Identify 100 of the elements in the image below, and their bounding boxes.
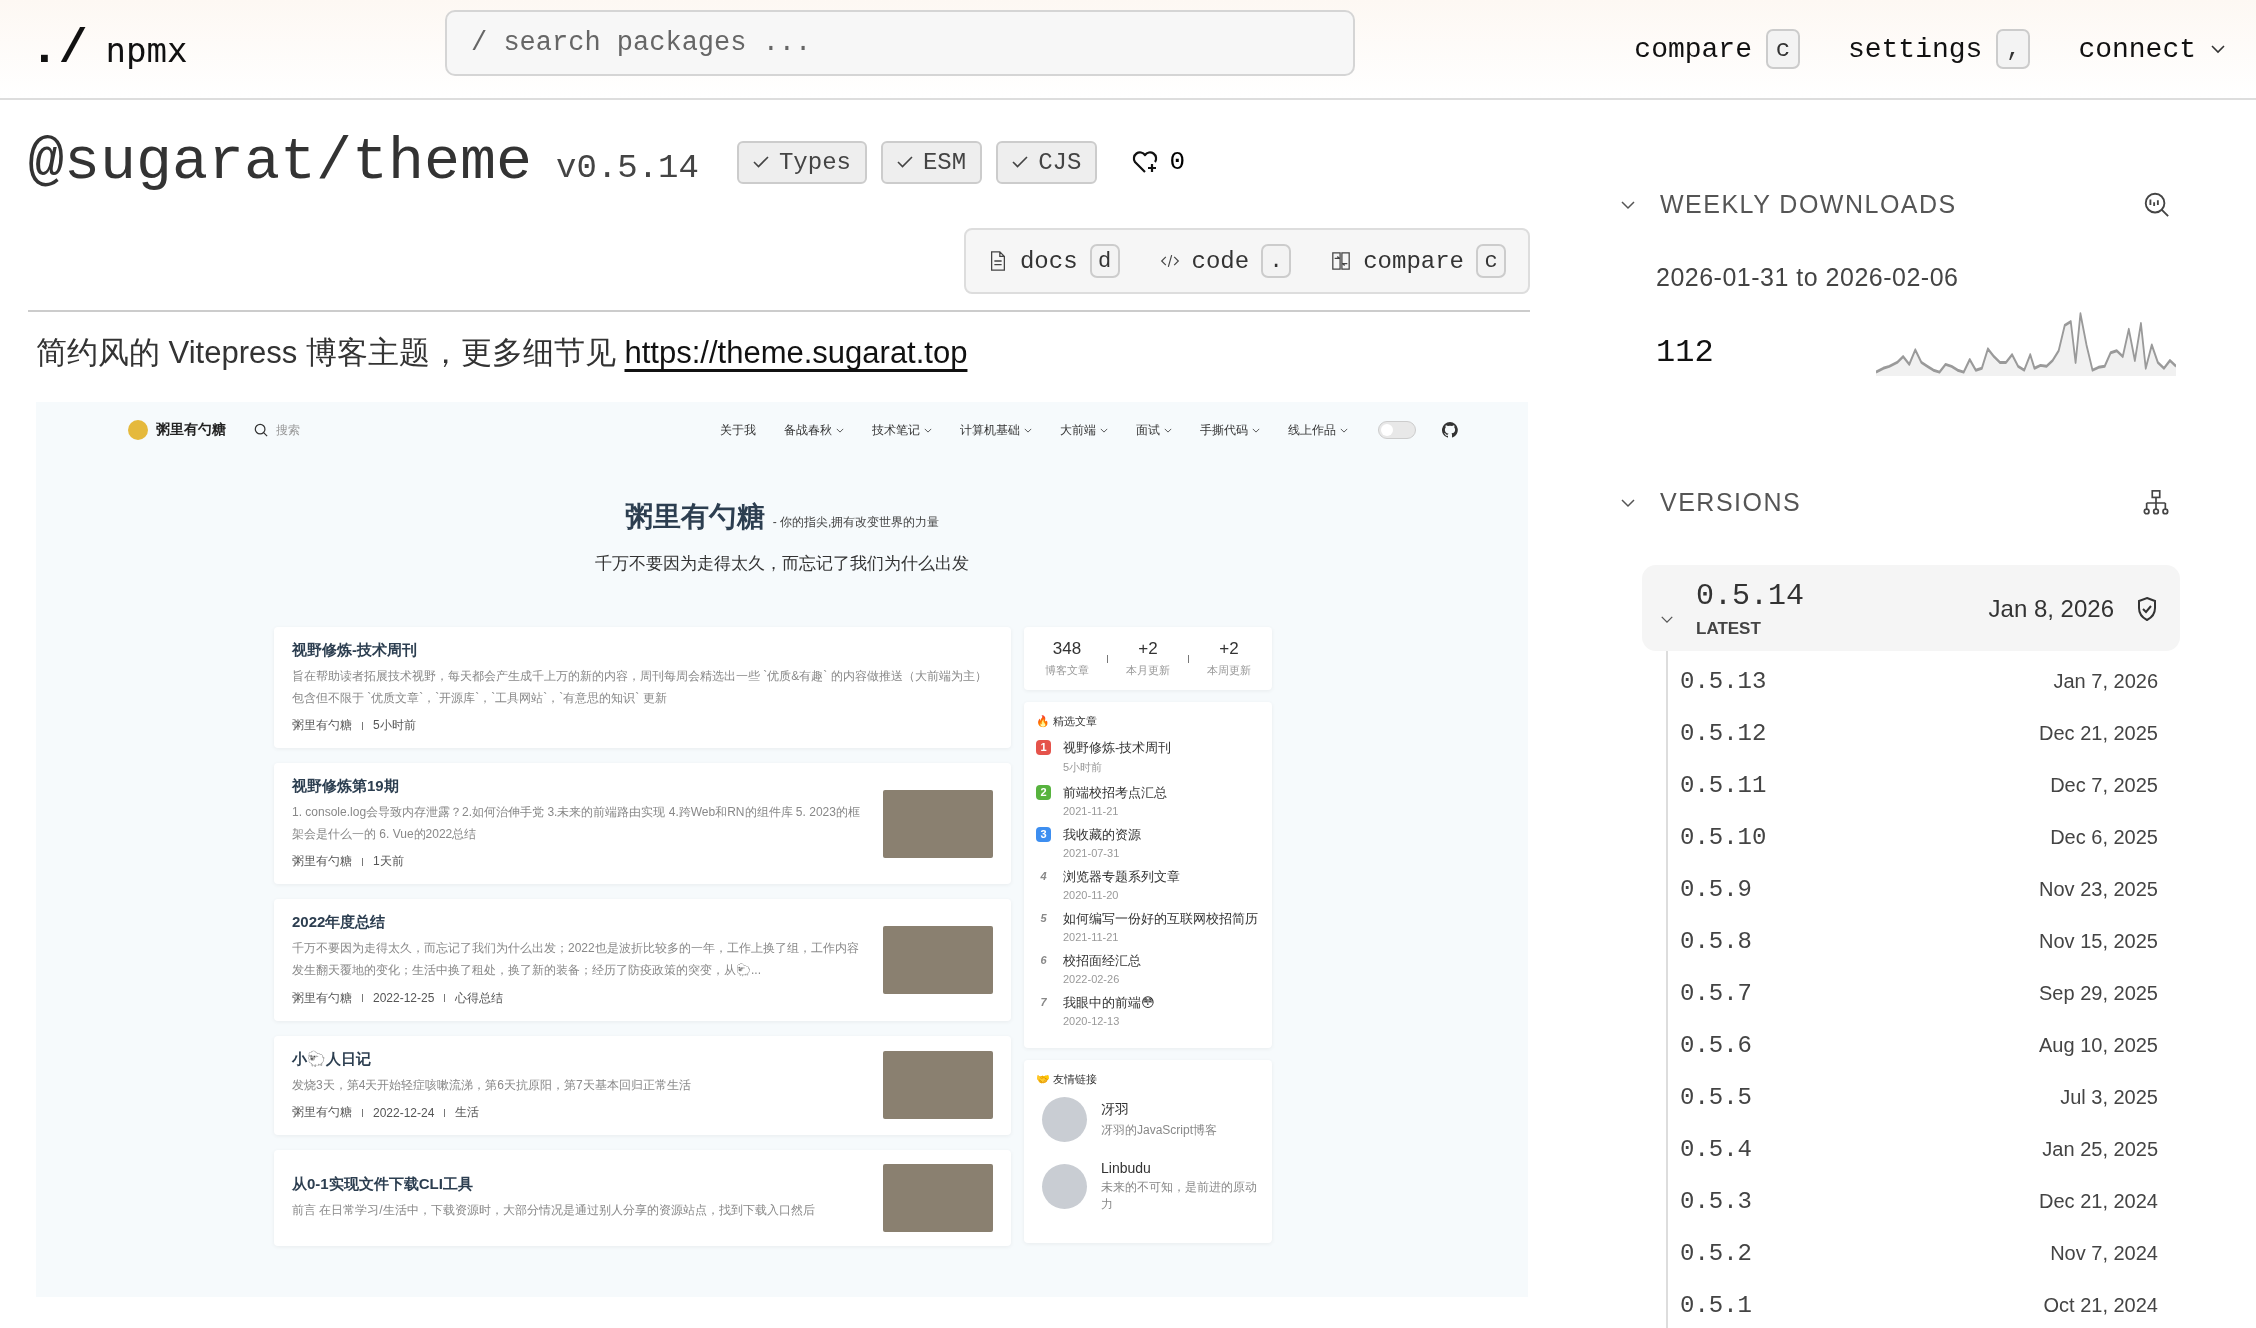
keyboard-shortcut: d xyxy=(1089,244,1120,278)
blog-nav-item[interactable]: 技术笔记 xyxy=(872,421,932,439)
module-badge: Types xyxy=(736,140,867,184)
version-row[interactable]: 0.5.7 Sep 29, 2025 xyxy=(1668,967,2180,1019)
version-row[interactable]: 0.5.9 Nov 23, 2025 xyxy=(1668,863,2180,915)
compare-icon xyxy=(1331,251,1352,271)
rank-number: 4 xyxy=(1039,869,1048,884)
chevron-icon[interactable] xyxy=(1620,199,1636,210)
caret-icon xyxy=(1100,427,1108,433)
hierarchy-icon[interactable] xyxy=(2142,488,2170,517)
post-card[interactable]: 2022年度总结 千万不要因为走得太久，而忘记了我们为什么出发；2022也是波折比较多的一年，工作上换了组，工作内容发生翻天覆地的变化；生活中换了租处，换了新的装备；经历了防疫政策的突变，从🐑... 粥里有勺糖 2022-12-25 心得总结 xyxy=(274,899,1011,1021)
like-button[interactable]: 0 xyxy=(1125,146,1191,178)
shield-check-icon xyxy=(2136,596,2158,622)
caret-icon xyxy=(836,427,844,433)
friend-name[interactable]: Linbudu xyxy=(1101,1160,1260,1176)
post-title: 2022年度总结 xyxy=(292,913,387,933)
blog-nav-item[interactable]: 手撕代码 xyxy=(1200,421,1260,439)
date-range: 2026-01-31 to 2026-02-06 xyxy=(1656,263,1960,292)
post-excerpt: 前言 在日常学习/生活中，下载资源时，大部分情况是通过别人分享的资源站点，找到下载入口然后 xyxy=(292,1201,816,1219)
version-row[interactable]: 0.5.2 Nov 7, 2024 xyxy=(1668,1227,2180,1279)
blog-nav-item[interactable]: 计算机基础 xyxy=(960,421,1032,439)
blog-nav-item[interactable]: 大前端 xyxy=(1060,421,1108,439)
version-row[interactable]: 0.5.5 Jul 3, 2025 xyxy=(1668,1071,2180,1123)
hero-subtitle: 千万不要因为走得太久，而忘记了我们为什么出发 xyxy=(594,553,970,575)
stat-value: +2 xyxy=(1219,639,1239,659)
stat-value: 348 xyxy=(1052,639,1082,659)
featured-title[interactable]: 校招面经汇总 xyxy=(1063,952,1141,970)
version-row[interactable]: 0.5.10 Dec 6, 2025 xyxy=(1668,811,2180,863)
nav-link[interactable]: compare c xyxy=(1634,25,1800,73)
version-row[interactable]: 0.5.8 Nov 15, 2025 xyxy=(1668,915,2180,967)
caret-icon xyxy=(924,427,932,433)
version-row[interactable]: 0.5.12 Dec 21, 2025 xyxy=(1668,707,2180,759)
section-title: WEEKLY DOWNLOADS xyxy=(1660,190,1957,219)
action-link[interactable]: code . xyxy=(1159,244,1292,278)
rank-number: 3 xyxy=(1036,827,1051,842)
version-row[interactable]: 0.5.4 Jan 25, 2025 xyxy=(1668,1123,2180,1175)
theme-toggle[interactable] xyxy=(1378,421,1416,439)
stat-label: 本周更新 xyxy=(1207,663,1251,678)
post-excerpt: 千万不要因为走得太久，而忘记了我们为什么出发；2022也是波折比较多的一年，工作上换了组，工作内容发生翻天覆地的变化；生活中换了租处，换了新的装备；经历了防疫政策的突变，从🐑... xyxy=(292,940,860,979)
featured-title[interactable]: 浏览器专题系列文章 xyxy=(1063,868,1180,886)
post-meta: 2022-12-24 xyxy=(373,1105,435,1120)
featured-date: 2021-07-31 xyxy=(1063,847,1121,859)
friend-description: 冴羽的JavaScript博客 xyxy=(1101,1121,1218,1139)
post-title: 从0-1实现文件下载CLI工具 xyxy=(292,1174,474,1194)
post-meta: 粥里有勺糖 xyxy=(292,853,352,871)
version-number: 0.5.14 xyxy=(1696,579,1805,613)
home-link[interactable]: ./ npmx xyxy=(30,22,445,76)
version-row[interactable]: 0.5.11 Dec 7, 2025 xyxy=(1668,759,2180,811)
stat-label: 本月更新 xyxy=(1126,663,1170,678)
avatar xyxy=(1042,1164,1087,1209)
post-meta: 5小时前 xyxy=(373,717,416,735)
keyboard-shortcut: . xyxy=(1261,244,1292,278)
post-card[interactable]: 视野修炼第19期 1. console.log会导致内存泄露？2.如何治伸手党 3.未来的前端路由实现 4.跨Web和RN的组件库 5. 2023的框架会是什么一的 6. Vue的2022总结 粥里有勺糖 1天前 xyxy=(274,763,1011,885)
post-excerpt: 1. console.log会导致内存泄露？2.如何治伸手党 3.未来的前端路由实现 4.跨Web和RN的组件库 5. 2023的框架会是什么一的 6. Vue的2022总结 xyxy=(292,804,861,843)
post-title: 视野修炼第19期 xyxy=(292,777,400,797)
hero-tagline: - 你的指尖,拥有改变世界的力量 xyxy=(772,514,940,531)
nav-link[interactable]: settings , xyxy=(1847,25,2031,73)
nav-link[interactable]: connect xyxy=(2078,29,2226,69)
chart-search-icon[interactable] xyxy=(2142,190,2170,219)
post-card[interactable]: 小🐑人日记 发烧3天，第4天开始轻症咳嗽流涕，第6天抗原阳，第7天基本回归正常生活 粥里有勺糖 2022-12-24 生活 xyxy=(274,1035,1011,1136)
version-row[interactable]: 0.5.6 Aug 10, 2025 xyxy=(1668,1019,2180,1071)
blog-nav-item[interactable]: 备战春秋 xyxy=(784,421,844,439)
section-title: VERSIONS xyxy=(1660,488,1802,517)
post-card[interactable]: 视野修炼-技术周刊 旨在帮助读者拓展技术视野，每天都会产生成千上万的新的内容，周刊每周会精选出一些 `优质&有趣` 的内容做推送（大前端为主）包含但不限于 `优质文章`，`开源库`，`工具网站`，`有意思的知识` 更新 粥里有勺糖 5小时前 xyxy=(274,627,1011,749)
friend-name[interactable]: 冴羽 xyxy=(1101,1100,1218,1119)
keyboard-shortcut: c xyxy=(1765,29,1800,69)
featured-title[interactable]: 我眼中的前端😳 xyxy=(1063,994,1155,1012)
featured-date: 2021-11-21 xyxy=(1063,931,1120,943)
rank-number: 5 xyxy=(1039,911,1048,926)
blog-nav-item[interactable]: 面试 xyxy=(1136,421,1172,439)
keyboard-shortcut: c xyxy=(1476,244,1506,278)
friend-description: 未来的不可知，是前进的原动力 xyxy=(1101,1179,1258,1213)
version-row[interactable]: 0.5.1 Oct 21, 2024 xyxy=(1668,1279,2180,1328)
latest-version-card[interactable]: 0.5.14 LATEST Jan 8, 2026 xyxy=(1642,565,2180,651)
action-link[interactable]: compare c xyxy=(1331,244,1506,278)
github-icon[interactable] xyxy=(1442,422,1458,438)
stat-label: 博客文章 xyxy=(1045,663,1089,678)
blog-nav-item[interactable]: 关于我 xyxy=(720,421,756,439)
post-card[interactable]: 从0-1实现文件下载CLI工具 前言 在日常学习/生活中，下载资源时，大部分情况是通过别人分享的资源站点，找到下载入口然后 xyxy=(274,1150,1011,1247)
homepage-link[interactable]: https://theme.sugarat.top xyxy=(624,335,968,370)
featured-heading: 🔥 精选文章 xyxy=(1036,714,1099,729)
action-link[interactable]: docs d xyxy=(987,244,1120,278)
chevron-icon[interactable] xyxy=(1620,497,1636,508)
module-badge: ESM xyxy=(880,140,983,184)
post-meta: 生活 xyxy=(455,1104,480,1122)
featured-title[interactable]: 视野修炼-技术周刊 xyxy=(1063,739,1172,757)
search-field[interactable]: / search packages ... xyxy=(445,10,1355,76)
featured-title[interactable]: 前端校招考点汇总 xyxy=(1063,784,1167,802)
chevron-icon[interactable] xyxy=(1660,614,1674,624)
caret-icon xyxy=(1340,427,1348,433)
rank-number: 2 xyxy=(1036,785,1051,800)
blog-nav-item[interactable]: 线上作品 xyxy=(1288,421,1348,439)
featured-title[interactable]: 我收藏的资源 xyxy=(1063,826,1141,844)
version-row[interactable]: 0.5.13 Jan 7, 2026 xyxy=(1668,655,2180,707)
friends-heading: 🤝 友情链接 xyxy=(1036,1072,1099,1087)
featured-title[interactable]: 如何编写一份好的互联网校招简历 xyxy=(1063,910,1258,928)
post-title: 视野修炼-技术周刊 xyxy=(292,641,418,660)
version-row[interactable]: 0.5.3 Dec 21, 2024 xyxy=(1668,1175,2180,1227)
post-excerpt: 旨在帮助读者拓展技术视野，每天都会产生成千上万的新的内容，周刊每周会精选出一些 `优质&有趣` 的内容做推送（大前端为主）包含但不限于 `优质文章`，`开源库`，`工具网站`，`有意思的知识` 更新 xyxy=(292,668,988,707)
search-icon xyxy=(254,423,268,437)
